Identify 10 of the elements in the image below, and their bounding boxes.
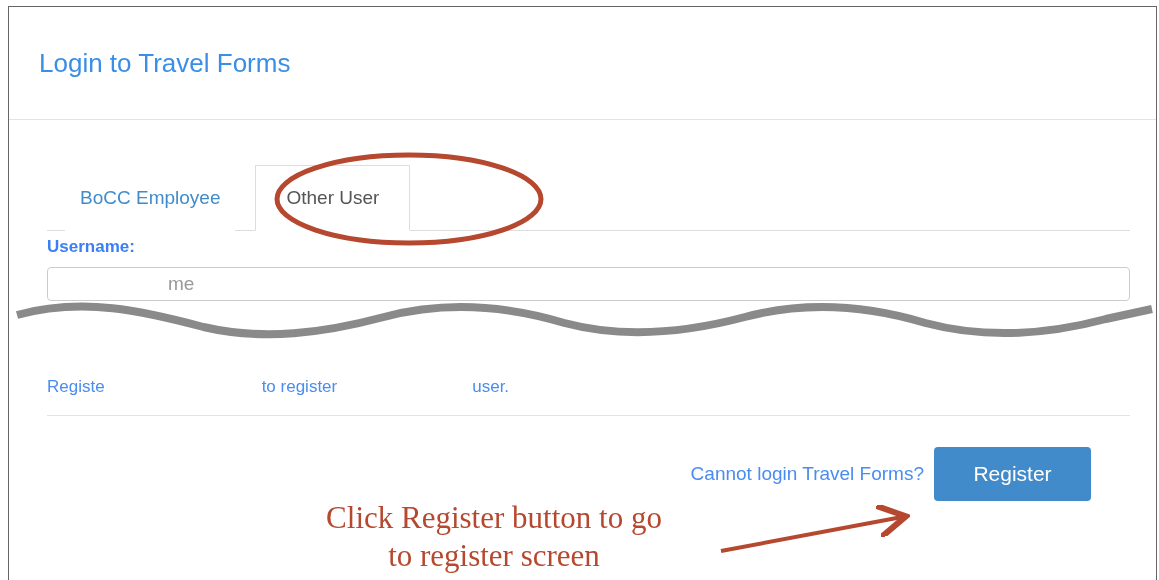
annotation-text: Click Register button to go to register screen bbox=[325, 499, 663, 575]
register-button[interactable]: Register bbox=[934, 447, 1091, 501]
notice-text: user. bbox=[472, 377, 510, 398]
field-label: Username: bbox=[47, 237, 136, 257]
notice-text: Registe bbox=[47, 377, 105, 398]
dialog-title: Login to Travel Forms bbox=[39, 47, 291, 79]
username-field[interactable]: me bbox=[47, 267, 1130, 301]
help-link[interactable]: Cannot login Travel Forms? bbox=[690, 463, 924, 485]
notice-text: to register bbox=[261, 377, 338, 398]
tab[interactable]: Other User bbox=[255, 165, 411, 231]
